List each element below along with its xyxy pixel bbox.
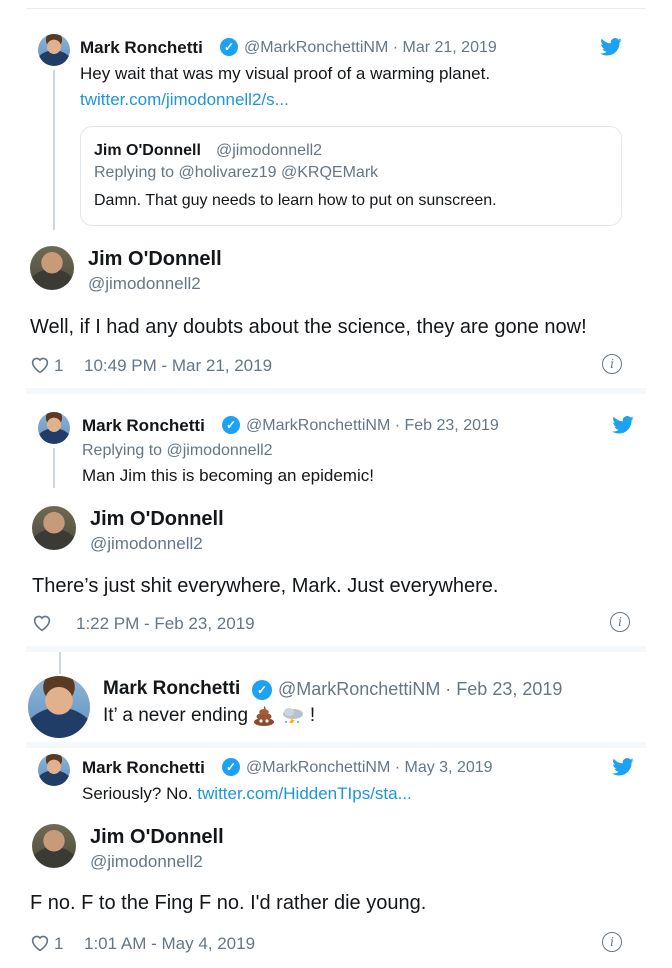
author-handle-date[interactable]: @MarkRonchettiNM · May 3, 2019 (246, 759, 493, 777)
separator (26, 742, 646, 748)
author-handle-date[interactable]: @MarkRonchettiNM · Feb 23, 2019 (278, 679, 562, 700)
separator (26, 388, 646, 394)
avatar-mark-ronchetti[interactable] (38, 412, 70, 444)
verified-badge-icon: ✓ (252, 680, 272, 700)
thunder-cloud-emoji (282, 707, 303, 726)
twitter-bird-icon[interactable] (612, 416, 634, 434)
author-handle-date[interactable]: @MarkRonchettiNM · Feb 23, 2019 (246, 417, 499, 435)
thread-line (59, 652, 61, 674)
like-count: 1 (54, 934, 64, 953)
heart-outline-icon[interactable] (32, 614, 52, 632)
author-name[interactable]: Mark Ronchetti (103, 678, 240, 700)
timestamp[interactable]: 1:22 PM - Feb 23, 2019 (76, 614, 255, 634)
author-name[interactable]: Mark Ronchetti (82, 758, 205, 778)
info-icon[interactable]: i (602, 932, 622, 952)
avatar-jim-odonnell[interactable] (32, 824, 76, 868)
reply-text: There’s just shit everywhere, Mark. Just… (32, 575, 499, 597)
avatar-mark-ronchetti[interactable] (38, 754, 70, 786)
avatar-jim-odonnell[interactable] (32, 506, 76, 550)
tweet-text: Hey wait that was my visual proof of a w… (80, 64, 491, 83)
avatar-mark-ronchetti[interactable] (38, 34, 70, 66)
reply-author-handle[interactable]: @jimodonnell2 (90, 852, 203, 872)
like-count: 1 (54, 356, 64, 375)
verified-badge-icon: ✓ (222, 416, 240, 434)
reply-author-name[interactable]: Jim O'Donnell (88, 248, 222, 271)
tweet-text-prefix: Seriously? No. (82, 784, 193, 803)
twitter-bird-icon[interactable] (612, 758, 634, 776)
avatar-mark-ronchetti[interactable] (28, 676, 90, 738)
info-icon[interactable]: i (602, 354, 622, 374)
heart-outline-icon[interactable] (30, 356, 50, 374)
pile-of-poo-emoji (254, 705, 275, 726)
quoted-replying-to: Replying to @holivarez19 @KRQEMark (94, 164, 379, 181)
tweet-text-suffix: ! (309, 705, 316, 726)
tweet-text: Seriously? No. twitter.com/HiddenTIps/st… (82, 784, 412, 804)
tweet-link[interactable]: twitter.com/jimodonnell2/s... (80, 90, 289, 110)
reply-text: F no. F to the Fing F no. I'd rather die… (30, 892, 427, 914)
tweet-text-prefix: It’ a never ending (103, 705, 249, 726)
reply-author-name[interactable]: Jim O'Donnell (90, 508, 224, 531)
quoted-author-name: Jim O'Donnell (94, 142, 201, 159)
author-handle-date[interactable]: @MarkRonchettiNM · Mar 21, 2019 (244, 39, 497, 57)
tweet-link[interactable]: twitter.com/HiddenTIps/sta... (197, 784, 411, 803)
quoted-author-handle: @jimodonnell2 (216, 142, 323, 159)
timestamp[interactable]: 1:01 AM - May 4, 2019 (84, 934, 255, 954)
reply-text: Well, if I had any doubts about the scie… (30, 316, 587, 338)
author-name[interactable]: Mark Ronchetti (82, 416, 205, 436)
replying-to[interactable]: Replying to @jimodonnell2 (82, 442, 273, 460)
tweet-text: Man Jim this is becoming an epidemic! (82, 466, 374, 485)
thread-line (53, 448, 55, 488)
tweet-text: It’ a never ending ! (103, 705, 315, 727)
reply-author-handle[interactable]: @jimodonnell2 (90, 534, 203, 554)
timestamp[interactable]: 10:49 PM - Mar 21, 2019 (84, 356, 272, 376)
thread-line (53, 70, 55, 230)
heart-outline-icon[interactable] (30, 934, 50, 952)
verified-badge-icon: ✓ (220, 38, 238, 56)
verified-badge-icon: ✓ (222, 758, 240, 776)
reply-author-handle[interactable]: @jimodonnell2 (88, 274, 201, 294)
author-name[interactable]: Mark Ronchetti (80, 38, 203, 58)
twitter-bird-icon[interactable] (600, 38, 622, 56)
separator (26, 646, 646, 652)
quoted-text: Damn. That guy needs to learn how to put… (94, 192, 497, 209)
avatar-jim-odonnell[interactable] (30, 246, 74, 290)
reply-author-name[interactable]: Jim O'Donnell (90, 826, 224, 849)
info-icon[interactable]: i (610, 612, 630, 632)
